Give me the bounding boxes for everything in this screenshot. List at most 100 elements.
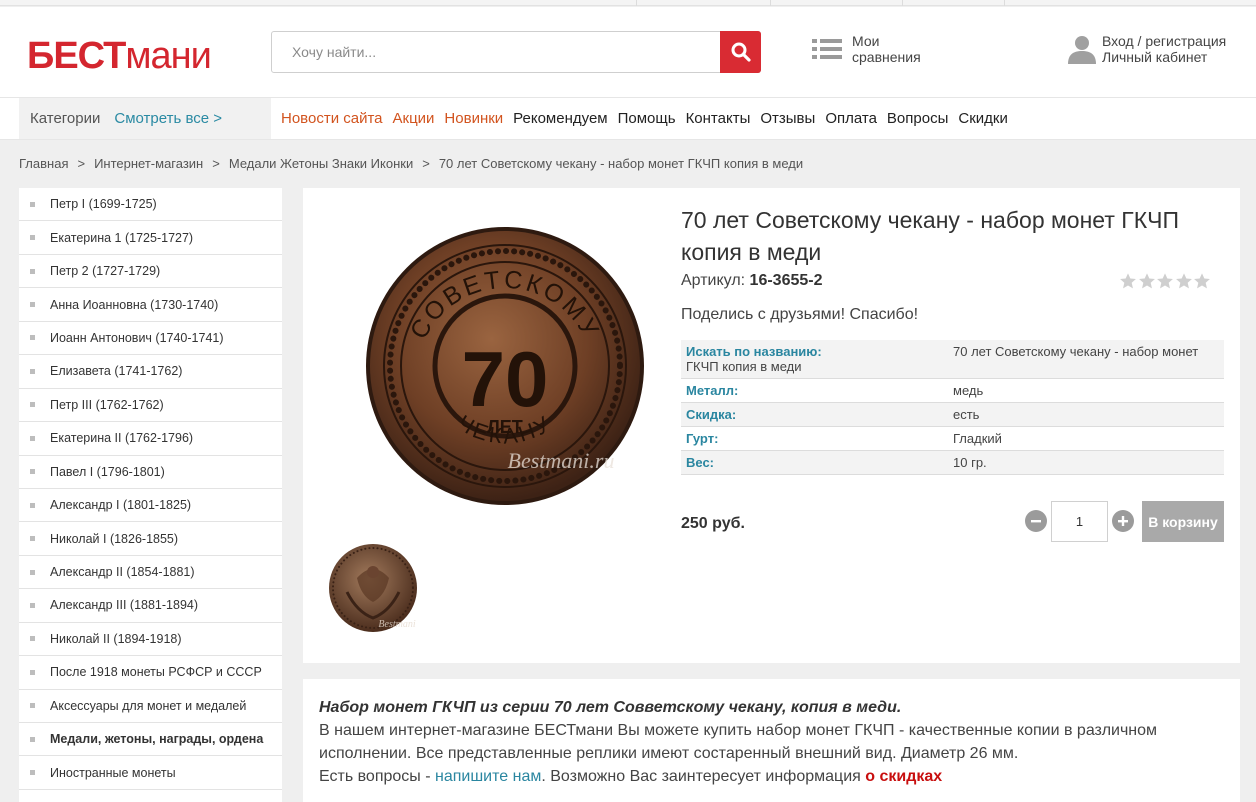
nav-item[interactable]: Скидки — [958, 110, 1007, 127]
sidebar-item[interactable]: Екатерина 1 (1725-1727) — [19, 221, 282, 255]
sidebar-item[interactable]: Петр 2 (1727-1729) — [19, 255, 282, 289]
account-link[interactable]: Вход / регистрация Личный кабинет — [1066, 33, 1226, 65]
sidebar-item-label: Петр III (1762-1762) — [50, 397, 164, 412]
bullet-icon — [30, 536, 35, 542]
sidebar-item-label: После 1918 монеты РСФСР и СССР — [50, 665, 262, 680]
breadcrumb: Главная > Интернет-магазин > Медали Жетоны З… — [19, 156, 803, 171]
property-row: Искать по названию: ГКЧП копия в меди 70 л… — [681, 340, 1224, 379]
sidebar-item-label: Иностранные монеты — [50, 765, 176, 780]
add-to-cart-button[interactable]: В корзину — [1142, 501, 1224, 542]
breadcrumb-item[interactable]: Главная — [19, 156, 68, 171]
sidebar-item[interactable]: Александр I (1801-1825) — [19, 489, 282, 523]
description-heading: Набор монет ГКЧП из серии 70 лет Совветс… — [319, 699, 902, 716]
bullet-icon — [30, 502, 35, 508]
sidebar-item[interactable]: После 1918 монеты РСФСР и СССР — [19, 656, 282, 690]
quantity-decrease-button[interactable] — [1025, 510, 1047, 532]
nav-item[interactable]: Помощь — [618, 110, 676, 127]
categories-bar: Категории Смотреть все > — [19, 98, 271, 139]
sidebar-item-label: Александр III (1881-1894) — [50, 598, 199, 613]
product-properties: Искать по названию: ГКЧП копия в меди 70 л… — [681, 340, 1224, 475]
account-login[interactable]: Вход / регистрация — [1102, 33, 1226, 49]
sidebar-item[interactable]: Павел I (1796-1801) — [19, 456, 282, 489]
bullet-icon — [30, 469, 35, 475]
rating-stars[interactable] — [1119, 272, 1212, 290]
star-icon[interactable] — [1119, 272, 1137, 290]
sidebar-item-label: Иоанн Антонович (1740-1741) — [50, 330, 224, 345]
property-row: Вес: 10 гр. — [681, 450, 1224, 475]
site-logo[interactable]: БЕСТмани — [27, 35, 212, 78]
sidebar-item[interactable]: Петр III (1762-1762) — [19, 389, 282, 423]
breadcrumb-item[interactable]: Медали Жетоны Знаки Иконки — [229, 156, 413, 171]
sidebar-item[interactable]: Александр II (1854-1881) — [19, 556, 282, 590]
sidebar-item[interactable]: Николай I (1826-1855) — [19, 522, 282, 556]
sidebar-item[interactable]: Петр I (1699-1725) — [19, 188, 282, 222]
star-icon[interactable] — [1138, 272, 1156, 290]
nav-item[interactable]: Контакты — [686, 110, 751, 127]
sku-label: Артикул: — [681, 272, 746, 289]
product-panel: СОВЕТСКОМУ 70 ЛЕТ ЧЕКАНУ Bestmani.ru Bes… — [303, 188, 1240, 663]
nav-item[interactable]: Акции — [393, 110, 435, 127]
sidebar-item[interactable]: Николай II (1894-1918) — [19, 623, 282, 657]
product-description: Набор монет ГКЧП из серии 70 лет Совветс… — [303, 679, 1240, 802]
sidebar-item[interactable]: Екатерина II (1762-1796) — [19, 422, 282, 456]
breadcrumb-separator: > — [212, 156, 220, 171]
see-all-link[interactable]: Смотреть все > — [114, 110, 222, 127]
property-key-label: Металл: — [686, 383, 739, 398]
property-value: есть — [948, 402, 1224, 427]
property-row: Гурт: Гладкий — [681, 426, 1224, 451]
search-button[interactable] — [720, 31, 761, 73]
sidebar-item[interactable]: Иоанн Антонович (1740-1741) — [19, 322, 282, 356]
property-row: Скидка: есть — [681, 402, 1224, 427]
quantity-increase-button[interactable] — [1112, 510, 1134, 532]
property-key-label: Вес: — [686, 455, 715, 470]
top-strip — [0, 0, 1256, 6]
nav-item[interactable]: Вопросы — [887, 110, 948, 127]
sidebar-item-label: Аксессуары для монет и медалей — [50, 698, 247, 713]
sidebar-item-label: Александр II (1854-1881) — [50, 565, 195, 580]
star-icon[interactable] — [1156, 272, 1174, 290]
quantity-input[interactable] — [1051, 501, 1108, 542]
product-price: 250 руб. — [681, 515, 745, 532]
property-value: 10 гр. — [948, 450, 1224, 475]
compare-line1: Мои — [852, 33, 880, 49]
description-questions: Есть вопросы - напишите нам. Возможно Ва… — [319, 765, 1224, 788]
sidebar-item-label: Николай II (1894-1918) — [50, 631, 182, 646]
sidebar-item[interactable]: Елизавета (1741-1762) — [19, 355, 282, 389]
bullet-icon — [30, 636, 35, 642]
categories-label[interactable]: Категории — [30, 110, 100, 127]
star-icon[interactable] — [1193, 272, 1211, 290]
nav-item[interactable]: Отзывы — [760, 110, 815, 127]
sidebar-item-label: Екатерина II (1762-1796) — [50, 431, 194, 446]
nav-item[interactable]: Новинки — [444, 110, 503, 127]
sidebar-item[interactable]: Медали, жетоны, награды, ордена — [19, 723, 282, 757]
property-row: Металл: медь — [681, 378, 1224, 403]
nav-item[interactable]: Новости сайта — [281, 110, 383, 127]
bullet-icon — [30, 602, 35, 608]
write-us-link[interactable]: напишите нам — [435, 768, 541, 785]
sidebar-item-label: Медали, жетоны, награды, ордена — [50, 732, 264, 747]
main-nav: Категории Смотреть все > Новости сайта Ак… — [0, 97, 1256, 140]
property-value-continued: ГКЧП копия в меди — [686, 359, 802, 374]
nav-item[interactable]: Оплата — [825, 110, 877, 127]
bullet-icon — [30, 235, 35, 241]
sidebar-item[interactable]: Иностранные монеты — [19, 756, 282, 790]
sidebar-item[interactable]: Аксессуары для монет и медалей — [19, 690, 282, 723]
star-icon[interactable] — [1175, 272, 1193, 290]
product-title: 70 лет Советскому чекану - набор монет Г… — [681, 207, 1179, 265]
breadcrumb-item[interactable]: Интернет-магазин — [94, 156, 203, 171]
discounts-link[interactable]: о скидках — [865, 768, 942, 785]
compare-link[interactable]: Мои сравнения — [812, 33, 921, 65]
product-image[interactable]: СОВЕТСКОМУ 70 ЛЕТ ЧЕКАНУ Bestmani.ru — [355, 226, 655, 506]
bullet-icon — [30, 669, 35, 675]
property-value: 70 лет Советскому чекану - набор монет — [948, 340, 1224, 379]
logo-part1: БЕСТ — [27, 35, 126, 77]
search-box — [271, 31, 761, 73]
product-thumbnail[interactable]: Bestmani — [327, 542, 427, 636]
minus-icon — [1031, 520, 1041, 523]
sidebar-item[interactable]: Александр III (1881-1894) — [19, 589, 282, 623]
search-input[interactable] — [272, 32, 720, 72]
sidebar-item[interactable]: Анна Иоанновна (1730-1740) — [19, 288, 282, 322]
nav-item[interactable]: Рекомендуем — [513, 110, 607, 127]
account-cabinet[interactable]: Личный кабинет — [1102, 49, 1226, 65]
bullet-icon — [30, 302, 35, 308]
